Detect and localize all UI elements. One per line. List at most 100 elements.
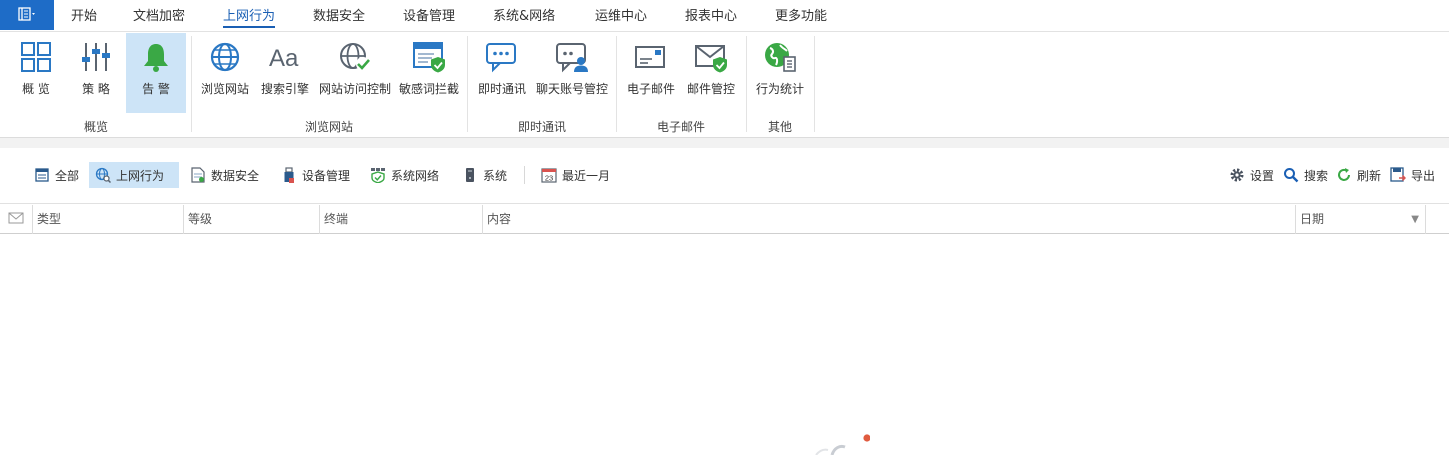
tab-ops-center[interactable]: 运维中心	[595, 0, 647, 32]
group-divider	[814, 36, 815, 132]
gear-icon	[1229, 167, 1245, 183]
tab-data-security[interactable]: 数据安全	[313, 0, 365, 32]
filter-internet-behavior-label: 上网行为	[116, 168, 165, 183]
ribbon: 概 览 策 略 告 警 概览 浏览网站 Aa 搜索引擎 网站访问控制 敏感词拦截…	[0, 32, 1449, 138]
toolbar-divider	[524, 166, 525, 184]
server-icon	[462, 167, 478, 183]
column-terminal[interactable]: 终端	[319, 205, 482, 234]
email-button[interactable]: 电子邮件	[622, 33, 680, 113]
filter-device-management-label: 设备管理	[302, 168, 351, 183]
behavior-statistics-label: 行为统计	[755, 82, 804, 96]
settings-button[interactable]: 设置	[1223, 162, 1280, 188]
group-label-email: 电子邮件	[656, 120, 706, 134]
group-label-overview: 概览	[83, 120, 109, 134]
alarm-label: 告 警	[142, 82, 170, 96]
column-content[interactable]: 内容	[482, 205, 1295, 234]
search-engine-button[interactable]: Aa 搜索引擎	[256, 33, 314, 113]
column-date[interactable]: 日期 ▼	[1295, 205, 1425, 234]
mail-control-button[interactable]: 邮件管控	[682, 33, 740, 113]
column-filler	[1425, 205, 1449, 234]
bell-icon	[136, 37, 176, 77]
app-menu-icon	[18, 6, 36, 24]
alarm-button[interactable]: 告 警	[126, 33, 186, 113]
calendar-icon: 23	[541, 167, 557, 183]
filter-all[interactable]: 全部	[28, 162, 85, 188]
app-menu-button[interactable]	[0, 0, 54, 30]
filter-data-security[interactable]: 数据安全	[184, 162, 265, 188]
browse-websites-label: 浏览网站	[200, 82, 249, 96]
filter-system-network-label: 系统网络	[391, 168, 440, 183]
network-shield-icon	[370, 167, 386, 183]
search-label: 搜索	[1304, 168, 1329, 183]
tab-document-encryption[interactable]: 文档加密	[133, 0, 185, 32]
browser-shield-icon	[409, 37, 449, 77]
chevron-down-icon[interactable]: ▼	[1411, 205, 1419, 234]
filter-last-month-label: 最近一月	[562, 168, 611, 183]
filter-device-management[interactable]: 设备管理	[275, 162, 356, 188]
filter-all-label: 全部	[55, 168, 80, 183]
group-label-instant-messaging: 即时通讯	[517, 120, 567, 134]
document-icon	[190, 167, 206, 183]
envelope-icon	[8, 212, 24, 226]
loading-spinner-icon	[810, 428, 947, 456]
svg-text:Aa: Aa	[269, 45, 299, 72]
table-body	[0, 235, 1449, 455]
refresh-icon	[1336, 167, 1352, 183]
overview-label: 概 览	[22, 82, 50, 96]
mail-control-label: 邮件管控	[686, 82, 735, 96]
font-icon: Aa	[265, 37, 305, 77]
filter-internet-behavior[interactable]: 上网行为	[89, 162, 179, 188]
tab-start[interactable]: 开始	[71, 0, 97, 32]
tab-more-features[interactable]: 更多功能	[775, 0, 827, 32]
sliders-icon	[76, 37, 116, 77]
column-type[interactable]: 类型	[32, 205, 183, 234]
policy-label: 策 略	[82, 82, 110, 96]
search-button[interactable]: 搜索	[1277, 162, 1334, 188]
search-icon	[1283, 167, 1299, 183]
column-level[interactable]: 等级	[183, 205, 319, 234]
group-divider	[467, 36, 468, 132]
filter-system-label: 系统	[483, 168, 508, 183]
browse-websites-button[interactable]: 浏览网站	[196, 33, 254, 113]
instant-messaging-label: 即时通讯	[477, 82, 526, 96]
web-search-icon	[95, 167, 111, 183]
envelope-icon	[631, 37, 671, 77]
policy-button[interactable]: 策 略	[66, 33, 126, 113]
sensitive-word-block-button[interactable]: 敏感词拦截	[396, 33, 462, 113]
overview-button[interactable]: 概 览	[6, 33, 66, 113]
chat-account-control-label: 聊天账号管控	[535, 82, 608, 96]
group-label-other: 其他	[767, 120, 793, 134]
group-divider	[191, 36, 192, 132]
instant-messaging-button[interactable]: 即时通讯	[474, 33, 530, 113]
settings-label: 设置	[1250, 168, 1275, 183]
list-icon	[34, 167, 50, 183]
globe-stats-icon	[760, 37, 800, 77]
website-access-control-label: 网站访问控制	[318, 82, 391, 96]
export-icon	[1390, 167, 1406, 183]
filter-last-month[interactable]: 23 最近一月	[535, 162, 616, 188]
filter-toolbar: 全部 上网行为 数据安全 设备管理 系统网络 系统 23 最近一月 设置 搜索 …	[0, 148, 1449, 204]
search-engine-label: 搜索引擎	[260, 82, 309, 96]
column-read-status[interactable]	[4, 205, 32, 234]
ribbon-divider-band	[0, 138, 1449, 148]
behavior-statistics-button[interactable]: 行为统计	[752, 33, 808, 113]
tab-system-network[interactable]: 系统&网络	[493, 0, 555, 32]
group-divider	[746, 36, 747, 132]
tab-internet-behavior[interactable]: 上网行为	[223, 0, 276, 32]
refresh-label: 刷新	[1357, 168, 1382, 183]
filter-system-network[interactable]: 系统网络	[364, 162, 445, 188]
tab-device-management[interactable]: 设备管理	[403, 0, 455, 32]
export-button[interactable]: 导出	[1384, 162, 1441, 188]
globe-check-icon	[335, 37, 375, 77]
chat-account-control-button[interactable]: 聊天账号管控	[534, 33, 610, 113]
refresh-button[interactable]: 刷新	[1330, 162, 1387, 188]
email-label: 电子邮件	[626, 82, 675, 96]
group-divider	[616, 36, 617, 132]
mail-shield-icon	[691, 37, 731, 77]
column-date-label: 日期	[1300, 212, 1325, 226]
website-access-control-button[interactable]: 网站访问控制	[316, 33, 394, 113]
usb-icon	[281, 167, 297, 183]
export-label: 导出	[1411, 168, 1436, 183]
filter-system[interactable]: 系统	[456, 162, 513, 188]
tab-report-center[interactable]: 报表中心	[685, 0, 737, 32]
